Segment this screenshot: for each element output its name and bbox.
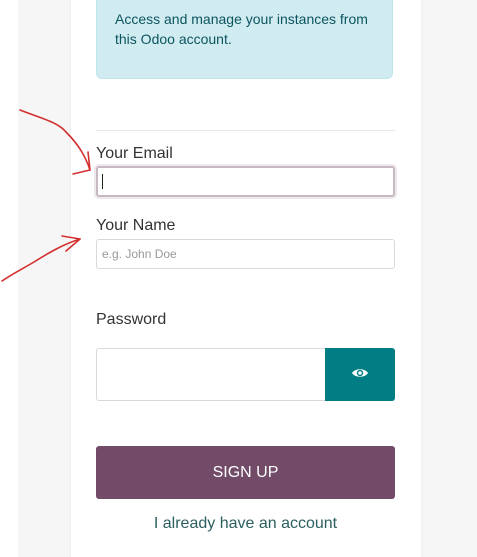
name-field[interactable]: e.g. John Doe (96, 239, 395, 269)
divider (96, 130, 395, 131)
signup-button[interactable]: SIGN UP (96, 446, 395, 499)
email-field[interactable] (96, 166, 395, 197)
name-placeholder: e.g. John Doe (102, 247, 177, 261)
eye-icon (351, 366, 369, 384)
password-label: Password (96, 311, 167, 328)
name-label: Your Name (96, 217, 176, 234)
info-alert: Access and manage your instances from th… (96, 0, 393, 79)
password-toggle-button[interactable] (325, 348, 395, 401)
signup-button-label: SIGN UP (212, 463, 279, 481)
info-alert-text: Access and manage your instances from th… (115, 11, 368, 47)
password-field[interactable] (96, 348, 326, 401)
email-label: Your Email (96, 145, 173, 162)
text-caret (102, 174, 103, 189)
login-link[interactable]: I already have an account (96, 515, 395, 533)
